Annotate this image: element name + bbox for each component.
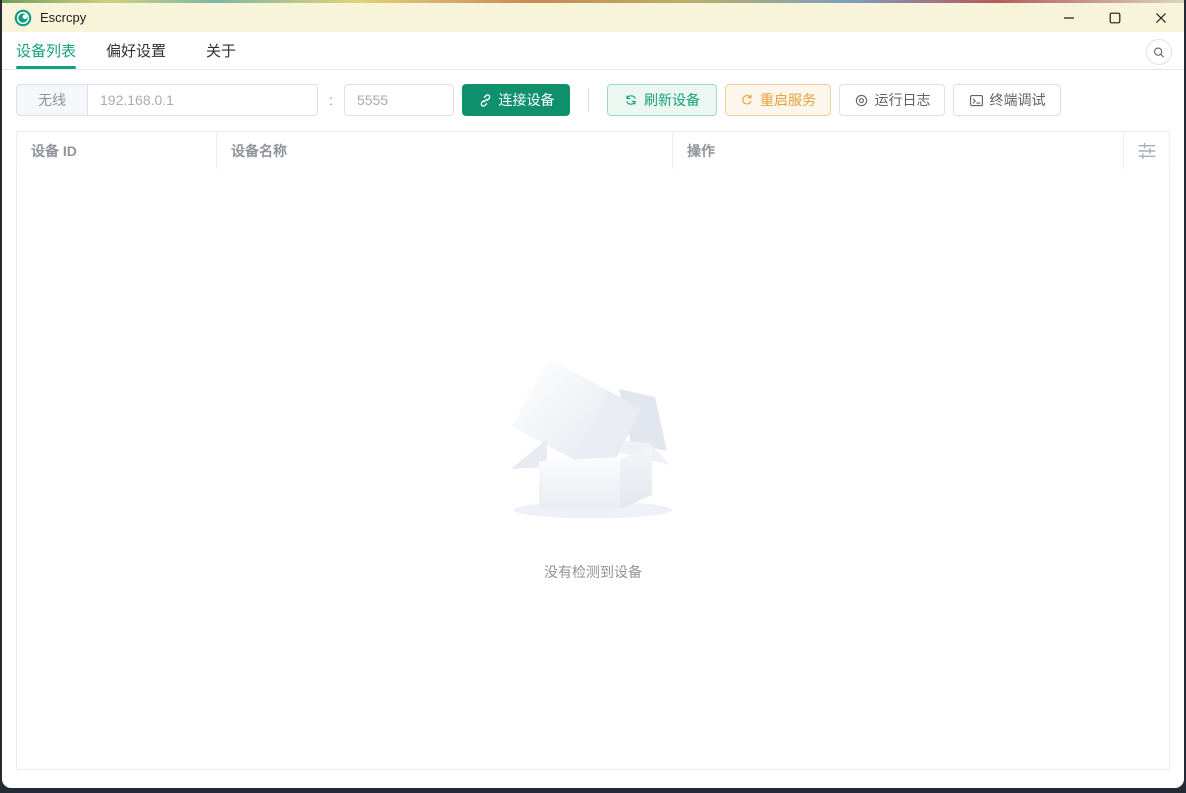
column-header-device-id: 设备 ID (17, 132, 217, 169)
run-logs-button[interactable]: 运行日志 (839, 84, 945, 116)
tab-about[interactable]: 关于 (206, 32, 236, 69)
column-header-actions: 操作 (673, 132, 1124, 169)
maximize-button[interactable] (1092, 3, 1138, 32)
tab-preferences-label: 偏好设置 (106, 43, 167, 60)
empty-state-text: 没有检测到设备 (544, 564, 642, 580)
tab-bar: 设备列表 偏好设置 关于 (2, 32, 1184, 70)
table-header-row: 设备 ID 设备名称 操作 (16, 131, 1170, 170)
desktop-background: Escrcpy 设备列表 偏好设置 关于 无线 192.168.0.1: 55… (0, 0, 1186, 793)
tab-about-label: 关于 (206, 43, 237, 60)
wireless-mode-select[interactable]: 无线 (17, 85, 88, 115)
titlebar[interactable]: Escrcpy (2, 3, 1184, 32)
empty-box-illustration (511, 359, 672, 519)
table-body: 没有检测到设备 (16, 169, 1170, 770)
link-icon (480, 93, 490, 107)
close-button[interactable] (1138, 3, 1184, 32)
tab-device-list[interactable]: 设备列表 (16, 32, 77, 69)
window-title: Escrcpy (40, 10, 87, 25)
search-button[interactable] (1146, 39, 1172, 65)
device-toolbar: 无线 : 连接设备 刷 (16, 84, 1170, 116)
search-icon (1153, 46, 1165, 58)
minimize-icon (1064, 16, 1074, 19)
column-settings-cell (1124, 132, 1169, 169)
refresh-devices-label: 刷新设备 (644, 92, 700, 108)
column-header-device-name: 设备名称 (217, 132, 673, 169)
close-icon (1156, 12, 1166, 23)
empty-state: 没有检测到设备 (503, 345, 683, 582)
tab-device-list-label: 设备列表 (16, 43, 77, 60)
app-window: Escrcpy 设备列表 偏好设置 关于 无线 192.168.0.1: 55… (2, 0, 1184, 788)
wireless-address-group: 无线 (16, 84, 318, 116)
ip-address-input[interactable] (88, 85, 317, 115)
toolbar-divider (588, 88, 589, 112)
window-controls (1046, 3, 1184, 32)
port-separator: : (329, 92, 333, 108)
terminal-debug-label: 终端调试 (989, 92, 1046, 108)
run-logs-label: 运行日志 (874, 92, 931, 108)
port-input[interactable] (344, 84, 454, 116)
terminal-debug-button[interactable]: 终端调试 (953, 84, 1061, 116)
refresh-icon (626, 95, 636, 105)
connect-device-button[interactable]: 连接设备 (462, 84, 570, 116)
maximize-icon (1109, 12, 1121, 23)
column-settings-button[interactable] (1135, 140, 1159, 162)
restart-service-button[interactable]: 重启服务 (725, 84, 831, 116)
device-table: 设备 ID 设备名称 操作 没有检测到设备 (16, 131, 1170, 770)
terminal-icon (969, 94, 983, 106)
tab-preferences[interactable]: 偏好设置 (106, 32, 166, 69)
app-logo-icon (14, 9, 32, 27)
minimize-button[interactable] (1046, 3, 1092, 32)
connect-device-label: 连接设备 (498, 92, 555, 108)
restart-service-label: 重启服务 (760, 92, 816, 108)
refresh-right-icon (742, 94, 752, 105)
view-icon (855, 94, 867, 106)
sliders-icon (1138, 142, 1155, 159)
refresh-devices-button[interactable]: 刷新设备 (607, 84, 717, 116)
